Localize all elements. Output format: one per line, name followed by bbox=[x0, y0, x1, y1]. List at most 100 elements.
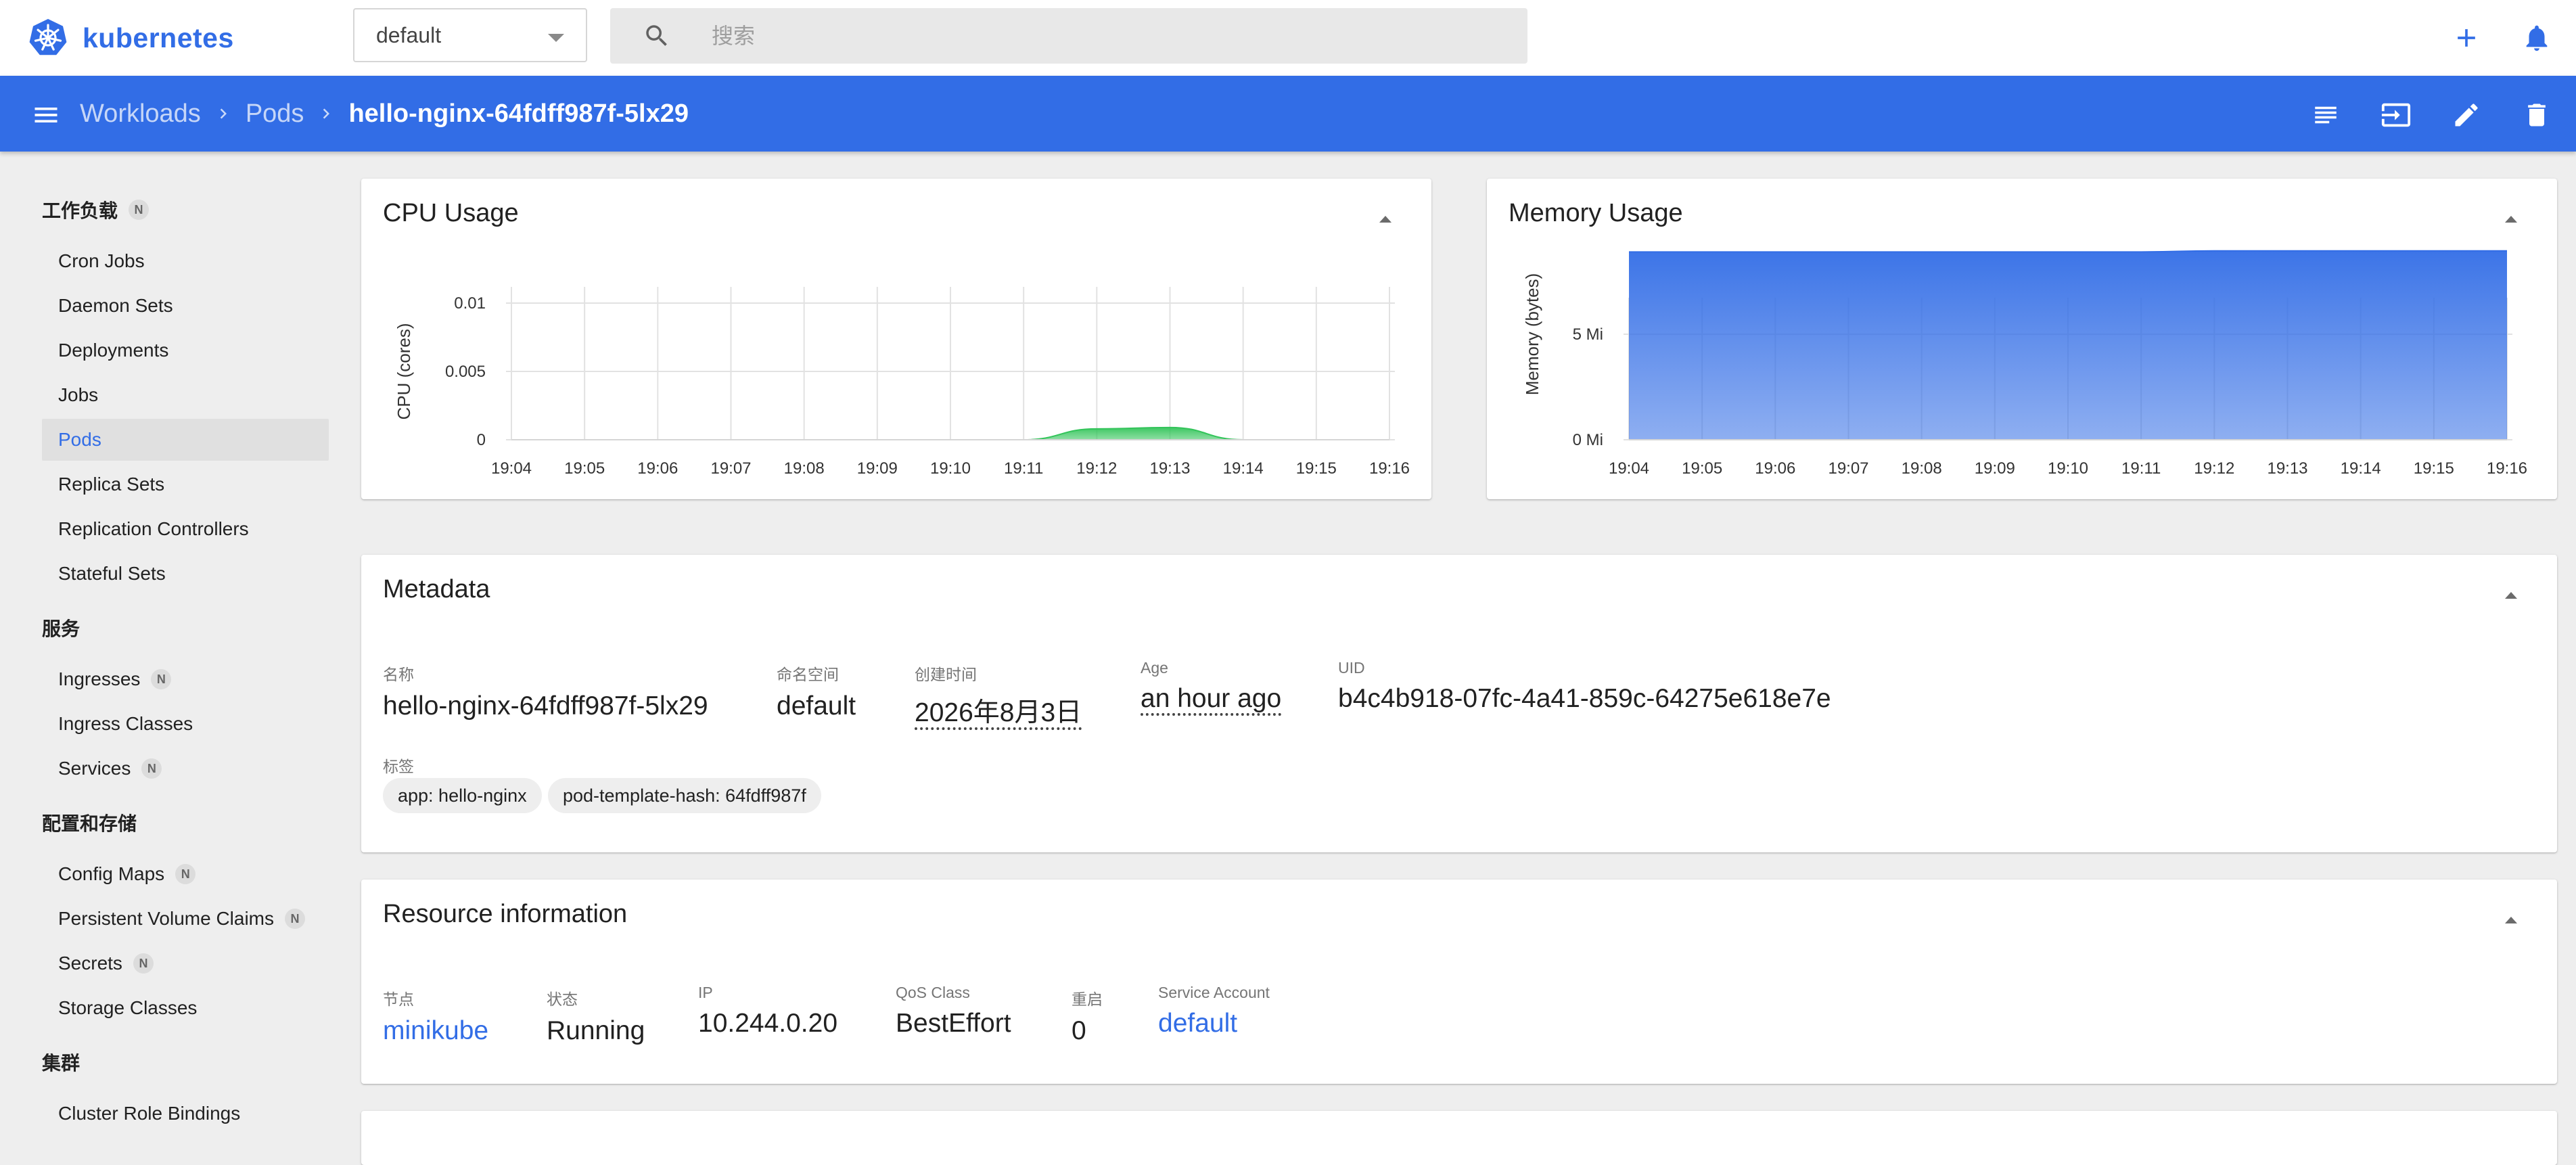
notifications-button[interactable] bbox=[2518, 19, 2556, 57]
sidebar-item-persistent-volume-claims[interactable]: Persistent Volume Claims N bbox=[42, 898, 329, 940]
x-tick-label: 19:05 bbox=[564, 459, 605, 478]
sidebar-item-cluster-role-bindings[interactable]: Cluster Role Bindings bbox=[42, 1093, 329, 1135]
field-value: b4c4b918-07fc-4a41-859c-64275e618e7e bbox=[1338, 684, 1831, 713]
cpu-usage-chart: 19:04 19:05 19:06 19:07 19:08 19:09 19:10 19:11… bbox=[394, 287, 1410, 478]
breadcrumb-workloads[interactable]: Workloads bbox=[80, 99, 201, 129]
x-tick-label: 19:07 bbox=[1828, 459, 1868, 478]
field-age: Age an hour ago bbox=[1141, 659, 1281, 714]
namespace-select[interactable]: default bbox=[353, 8, 587, 62]
sidebar-item-label: Replication Controllers bbox=[58, 518, 249, 539]
x-tick-label: 19:07 bbox=[710, 459, 751, 478]
exec-shell-button[interactable] bbox=[2377, 96, 2415, 134]
field-node: 节点 minikube bbox=[383, 986, 488, 1046]
field-name: 名称 hello-nginx-64fdff987f-5lx29 bbox=[383, 662, 708, 721]
delete-button[interactable] bbox=[2518, 96, 2556, 134]
x-tick-label: 19:13 bbox=[2267, 459, 2307, 478]
node-link[interactable]: minikube bbox=[383, 1016, 488, 1046]
sidebar-item-ingress-classes[interactable]: Ingress Classes bbox=[42, 703, 329, 745]
y-tick-label: 0.01 bbox=[454, 294, 486, 313]
x-tick-label: 19:12 bbox=[1076, 459, 1117, 478]
sidebar-item-ingresses[interactable]: Ingresses N bbox=[42, 658, 329, 700]
x-tick-label: 19:09 bbox=[857, 459, 898, 478]
x-tick-label: 19:16 bbox=[2487, 459, 2527, 478]
new-badge: N bbox=[175, 864, 196, 884]
x-tick-label: 19:11 bbox=[1004, 459, 1043, 478]
kubernetes-logo[interactable]: kubernetes bbox=[27, 15, 234, 61]
y-tick-label: 0 bbox=[477, 431, 486, 449]
sidebar-item-cron-jobs[interactable]: Cron Jobs bbox=[42, 240, 329, 282]
x-tick-label: 19:08 bbox=[1902, 459, 1942, 478]
caret-down-icon bbox=[548, 34, 564, 42]
next-section-card bbox=[361, 1111, 2557, 1165]
new-badge: N bbox=[151, 669, 172, 689]
labels-title: 标签 bbox=[383, 758, 414, 775]
field-label: Service Account bbox=[1158, 984, 1270, 1001]
x-tick-label: 19:10 bbox=[2048, 459, 2088, 478]
caret-up-icon bbox=[2505, 917, 2517, 923]
sidebar-nav: 工作负载 N Cron Jobs Daemon Sets Deployments… bbox=[0, 152, 350, 1138]
card-title: Metadata bbox=[383, 575, 490, 603]
sidebar-item-replication-controllers[interactable]: Replication Controllers bbox=[42, 508, 329, 550]
sidebar-item-stateful-sets[interactable]: Stateful Sets bbox=[42, 553, 329, 595]
field-label: 名称 bbox=[383, 666, 414, 683]
x-tick-label: 19:15 bbox=[1296, 459, 1337, 478]
sidebar-item-config-maps[interactable]: Config Maps N bbox=[42, 853, 329, 895]
sidebar-item-jobs[interactable]: Jobs bbox=[42, 374, 329, 416]
sidebar-item-pods[interactable]: Pods bbox=[42, 419, 329, 461]
memory-usage-card: Memory Usage 19:04 19:05 19:06 19:07 19:08 19… bbox=[1487, 179, 2557, 499]
sidebar-item-deployments[interactable]: Deployments bbox=[42, 329, 329, 371]
field-value[interactable]: 2026年8月3日 bbox=[915, 691, 1082, 729]
x-tick-label: 19:16 bbox=[1369, 459, 1410, 478]
field-label: 节点 bbox=[383, 990, 414, 1008]
sidebar-item-label: Storage Classes bbox=[58, 997, 198, 1018]
sidebar-item-storage-classes[interactable]: Storage Classes bbox=[42, 987, 329, 1029]
menu-button[interactable] bbox=[27, 96, 65, 134]
y-tick-label: 0 Mi bbox=[1573, 431, 1603, 449]
view-logs-button[interactable] bbox=[2307, 96, 2345, 134]
sidebar-item-daemon-sets[interactable]: Daemon Sets bbox=[42, 285, 329, 327]
field-created: 创建时间 2026年8月3日 bbox=[915, 662, 1082, 729]
y-axis-label: Memory (bytes) bbox=[1522, 273, 1542, 396]
x-tick-label: 19:15 bbox=[2414, 459, 2454, 478]
search-bar bbox=[610, 8, 1527, 64]
field-value: 10.244.0.20 bbox=[698, 1009, 838, 1038]
y-tick-label: 5 Mi bbox=[1573, 325, 1603, 344]
field-value: BestEffort bbox=[896, 1009, 1011, 1038]
field-uid: UID b4c4b918-07fc-4a41-859c-64275e618e7e bbox=[1338, 659, 1831, 714]
app-name: kubernetes bbox=[83, 22, 234, 53]
field-value: hello-nginx-64fdff987f-5lx29 bbox=[383, 691, 708, 721]
field-namespace: 命名空间 default bbox=[777, 662, 856, 721]
x-tick-label: 19:13 bbox=[1149, 459, 1190, 478]
breadcrumb: Workloads Pods hello-nginx-64fdff987f-5l… bbox=[80, 76, 689, 152]
sidebar-item-label: Daemon Sets bbox=[58, 295, 173, 316]
edit-button[interactable] bbox=[2447, 96, 2485, 134]
breadcrumb-pods[interactable]: Pods bbox=[246, 99, 304, 129]
field-value: 0 bbox=[1072, 1016, 1086, 1045]
sidebar-item-secrets[interactable]: Secrets N bbox=[42, 942, 329, 984]
x-tick-label: 19:08 bbox=[784, 459, 825, 478]
search-input[interactable] bbox=[710, 16, 1509, 55]
nav-section-workloads: 工作负载 N bbox=[42, 196, 150, 223]
field-label: 命名空间 bbox=[777, 666, 839, 683]
service-account-link[interactable]: default bbox=[1158, 1009, 1270, 1038]
new-badge: N bbox=[141, 758, 162, 779]
x-tick-label: 19:05 bbox=[1682, 459, 1722, 478]
trash-icon bbox=[2528, 104, 2546, 127]
sidebar-item-label: Services bbox=[58, 758, 131, 779]
sidebar-item-services[interactable]: Services N bbox=[42, 748, 329, 790]
caret-up-icon bbox=[2505, 592, 2517, 599]
sidebar-item-label: Ingress Classes bbox=[58, 713, 193, 734]
sidebar-item-replica-sets[interactable]: Replica Sets bbox=[42, 463, 329, 505]
create-button[interactable] bbox=[2447, 19, 2485, 57]
field-value[interactable]: an hour ago bbox=[1141, 684, 1281, 714]
field-label: 状态 bbox=[547, 990, 578, 1008]
sidebar-item-label: Pods bbox=[58, 429, 101, 450]
field-qos-class: QoS Class BestEffort bbox=[896, 984, 1011, 1038]
memory-usage-chart: 19:04 19:05 19:06 19:07 19:08 19:09 19:10 19:11… bbox=[1522, 250, 2527, 478]
collapse-button[interactable] bbox=[2498, 582, 2525, 609]
field-label: UID bbox=[1338, 659, 1365, 677]
chevron-right-icon bbox=[213, 104, 233, 124]
collapse-button[interactable] bbox=[2498, 907, 2525, 934]
y-tick-label: 0.005 bbox=[445, 363, 486, 381]
sidebar-item-label: Cron Jobs bbox=[58, 250, 145, 271]
